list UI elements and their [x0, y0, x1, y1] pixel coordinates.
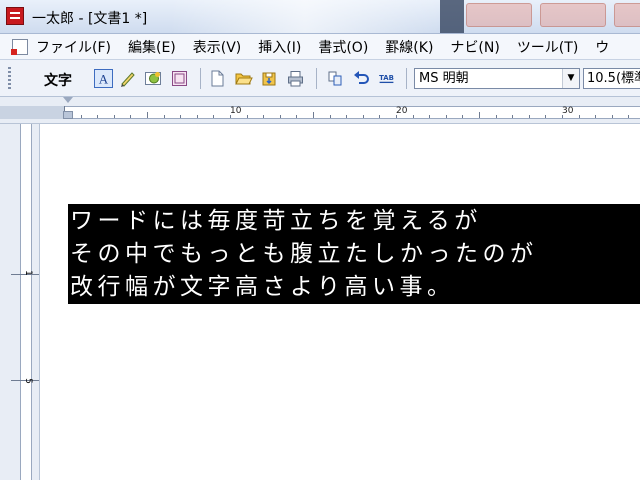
- menu-window[interactable]: ウ: [595, 37, 609, 57]
- menu-tools[interactable]: ツール(T): [517, 37, 578, 57]
- document-line[interactable]: その中でもっとも腹立たしかったのが: [68, 237, 640, 271]
- save-icon[interactable]: [260, 69, 279, 88]
- tab-icon[interactable]: TAB: [377, 69, 396, 88]
- print-icon[interactable]: [286, 69, 305, 88]
- ruler-tick: [280, 115, 281, 118]
- title-bar: 一太郎 - [文書1 *]: [0, 0, 640, 34]
- toolbar-separator: [316, 68, 317, 89]
- background-window-tab: [466, 3, 532, 27]
- ruler-strip: [64, 106, 640, 119]
- toolbar-grip[interactable]: [8, 67, 11, 89]
- menu-format[interactable]: 書式(O): [318, 37, 368, 57]
- ruler-tick: [529, 115, 530, 118]
- menu-bar: ファイル(F) 編集(E) 表示(V) 挿入(I) 書式(O) 罫線(K) ナビ…: [0, 34, 640, 60]
- ruler-tick: [612, 115, 613, 118]
- ruler-tick: [296, 115, 297, 118]
- svg-text:TAB: TAB: [379, 74, 394, 82]
- toolbar: 文字 A TAB MS 明朝 ▼ 10.5(標準: [0, 60, 640, 97]
- menu-file[interactable]: ファイル(F): [36, 37, 111, 57]
- ruler-number: 1: [23, 270, 33, 276]
- ruler-tick: [595, 115, 596, 118]
- pencil-icon[interactable]: [118, 69, 137, 88]
- menu-navi[interactable]: ナビ(N): [450, 37, 499, 57]
- undo-icon[interactable]: [352, 69, 371, 88]
- title-bar-highlight: [170, 0, 440, 33]
- ruler-tick: [379, 115, 380, 118]
- background-window-tab: [540, 3, 606, 27]
- frame-icon[interactable]: [170, 69, 189, 88]
- ruler-tick: [496, 115, 497, 118]
- ruler-strip: [20, 124, 32, 480]
- ruler-tick: [81, 115, 82, 118]
- ruler-tick: [263, 115, 264, 118]
- menu-view[interactable]: 表示(V): [193, 37, 242, 57]
- toolbar-separator: [200, 68, 201, 89]
- svg-text:A: A: [99, 72, 109, 87]
- font-name-value: MS 明朝: [419, 71, 469, 86]
- new-document-icon[interactable]: [208, 69, 227, 88]
- toolbar-separator: [406, 68, 407, 89]
- document-menu-icon[interactable]: [11, 38, 28, 55]
- ruler-tick: [247, 115, 248, 118]
- document-line[interactable]: ワードには毎度苛立ちを覚えるが: [68, 204, 640, 238]
- background-window-edge: [440, 0, 464, 33]
- ruler-tick: [97, 115, 98, 118]
- left-indent-marker[interactable]: [63, 111, 73, 119]
- ruler-margin: [0, 106, 64, 119]
- document-area[interactable]: ワードには毎度苛立ちを覚えるが その中でもっとも腹立たしかったのが 改行幅が文字…: [40, 124, 640, 480]
- ruler-tick: [346, 115, 347, 118]
- open-folder-icon[interactable]: [234, 69, 253, 88]
- background-window-tab: [614, 3, 640, 27]
- mode-label: 文字: [44, 73, 72, 89]
- chevron-down-icon[interactable]: ▼: [562, 69, 579, 88]
- ruler-tick: [147, 112, 148, 118]
- first-line-indent-marker[interactable]: [63, 97, 73, 103]
- ruler-tick: [164, 115, 165, 118]
- menu-insert[interactable]: 挿入(I): [258, 37, 301, 57]
- ruler-tick: [363, 115, 364, 118]
- horizontal-ruler[interactable]: 10 20 30: [0, 97, 640, 124]
- ruler-tick: [579, 115, 580, 118]
- ruler-tick: [130, 115, 131, 118]
- ruler-tick: [446, 115, 447, 118]
- vertical-ruler[interactable]: 1 5: [0, 124, 40, 480]
- ruler-number: 30: [562, 106, 574, 116]
- menu-edit[interactable]: 編集(E): [128, 37, 176, 57]
- window-title: 一太郎 - [文書1 *]: [32, 11, 148, 27]
- ruler-number: 20: [396, 106, 408, 116]
- ruler-tick: [180, 115, 181, 118]
- ruler-tick: [628, 115, 629, 118]
- ruler-tick: [512, 115, 513, 118]
- ruler-tick: [197, 115, 198, 118]
- ruler-number: 10: [230, 106, 242, 116]
- copy-format-icon[interactable]: [326, 69, 345, 88]
- ruler-number: 5: [23, 378, 33, 384]
- font-name-select[interactable]: MS 明朝 ▼: [414, 68, 580, 89]
- font-size-value: 10.5(標準: [587, 71, 640, 86]
- ruler-tick: [462, 115, 463, 118]
- ruler-tick: [429, 115, 430, 118]
- menu-ruled-line[interactable]: 罫線(K): [385, 37, 433, 57]
- ruler-tick: [313, 112, 314, 118]
- font-size-select[interactable]: 10.5(標準: [583, 68, 640, 89]
- ruler-tick: [213, 115, 214, 118]
- ruler-tick: [330, 115, 331, 118]
- text-mode-icon[interactable]: A: [94, 69, 113, 88]
- image-shape-icon[interactable]: [144, 69, 163, 88]
- ichitaro-app-icon[interactable]: [6, 7, 24, 25]
- ruler-tick: [114, 115, 115, 118]
- ruler-tick: [413, 115, 414, 118]
- ruler-tick: [479, 112, 480, 118]
- ruler-tick: [545, 115, 546, 118]
- document-line[interactable]: 改行幅が文字高さより高い事。: [68, 270, 640, 304]
